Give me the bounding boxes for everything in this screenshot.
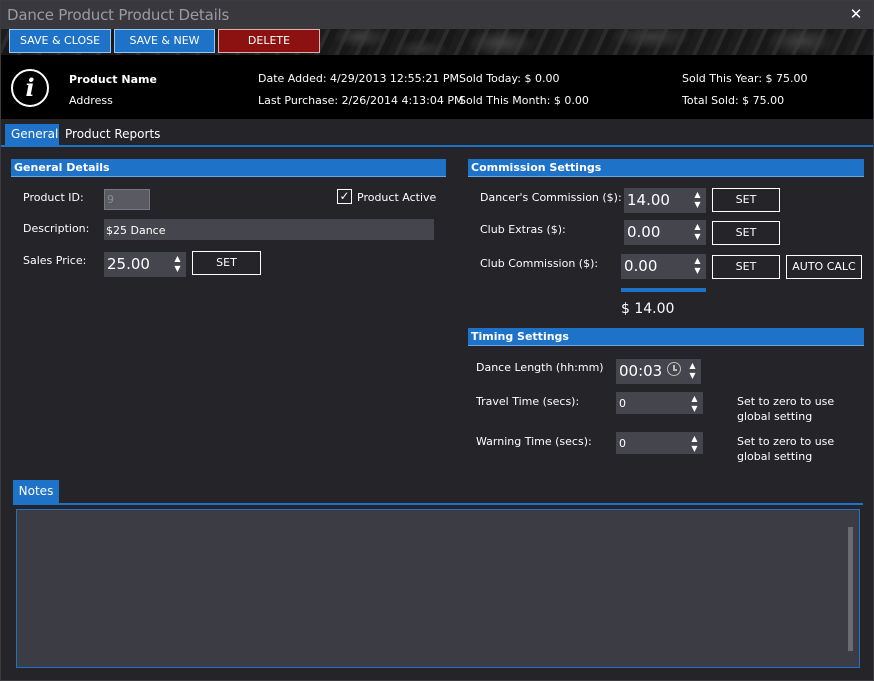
dance-length-value: 00:03 <box>619 362 663 380</box>
spinner-arrows[interactable]: ▲ ▼ <box>688 361 697 381</box>
tab-notes[interactable]: Notes <box>13 480 59 504</box>
last-purchase: Last Purchase: 2/26/2014 4:13:04 PM <box>258 94 464 107</box>
dance-length-picker[interactable]: 00:03 ▲ ▼ <box>616 359 701 384</box>
spin-down-icon[interactable]: ▼ <box>688 371 697 381</box>
travel-time-stepper[interactable]: 0 ▲ ▼ <box>616 392 703 414</box>
product-id-label: Product ID: <box>23 191 84 204</box>
spin-down-icon[interactable]: ▼ <box>690 404 699 414</box>
product-id-field: 9 <box>104 189 150 210</box>
club-extras-value: 0.00 <box>627 223 661 241</box>
sold-today: Sold Today: $ 0.00 <box>459 72 560 85</box>
warning-time-hint-line1: Set to zero to use <box>737 435 835 448</box>
commission-settings-header: Commission Settings <box>468 159 864 177</box>
dancer-commission-label: Dancer's Commission ($): <box>480 191 622 204</box>
spinner-arrows[interactable]: ▲ ▼ <box>690 434 699 454</box>
spinner-arrows[interactable]: ▲ ▼ <box>693 222 702 242</box>
title-bar: Dance Product Product Details ✕ <box>1 1 873 29</box>
product-name: Product Name <box>69 73 157 86</box>
clock-icon[interactable] <box>667 362 681 376</box>
sold-this-year: Sold This Year: $ 75.00 <box>682 72 808 85</box>
notes-scrollbar[interactable] <box>846 515 856 665</box>
product-info-header: i Product Name Address Date Added: 4/29/… <box>1 55 873 119</box>
warning-time-value: 0 <box>619 437 626 450</box>
save-and-new-button[interactable]: SAVE & NEW <box>114 29 215 53</box>
spin-up-icon[interactable]: ▲ <box>690 434 699 444</box>
spin-down-icon[interactable]: ▼ <box>693 266 702 276</box>
notes-textarea[interactable] <box>19 511 857 666</box>
spin-up-icon[interactable]: ▲ <box>690 394 699 404</box>
total-sold: Total Sold: $ 75.00 <box>682 94 785 107</box>
travel-time-value: 0 <box>619 397 626 410</box>
spinner-arrows[interactable]: ▲ ▼ <box>690 394 699 414</box>
warning-time-hint-line2: global setting <box>737 450 813 463</box>
delete-button[interactable]: DELETE <box>218 29 320 53</box>
spin-down-icon[interactable]: ▼ <box>693 200 702 210</box>
dancer-commission-stepper[interactable]: 14.00 ▲ ▼ <box>624 188 706 213</box>
general-details-header: General Details <box>11 159 446 177</box>
auto-calc-button[interactable]: AUTO CALC <box>786 255 862 279</box>
club-extras-stepper[interactable]: 0.00 ▲ ▼ <box>624 220 706 245</box>
spin-up-icon[interactable]: ▲ <box>693 256 702 266</box>
spin-up-icon[interactable]: ▲ <box>173 254 182 264</box>
tab-product-reports[interactable]: Product Reports <box>59 124 166 146</box>
club-extras-set-button[interactable]: SET <box>712 221 780 245</box>
sales-price-stepper[interactable]: 25.00 ▲ ▼ <box>104 252 186 277</box>
tab-general[interactable]: General <box>5 124 59 146</box>
travel-time-hint-line1: Set to zero to use <box>737 395 835 408</box>
info-icon: i <box>11 69 49 107</box>
close-icon[interactable]: ✕ <box>847 5 865 23</box>
travel-time-label: Travel Time (secs): <box>476 395 580 408</box>
timing-settings-header: Timing Settings <box>468 328 864 346</box>
product-address: Address <box>69 94 113 107</box>
spin-up-icon[interactable]: ▲ <box>688 361 697 371</box>
window-title: Dance Product Product Details <box>7 6 230 24</box>
description-label: Description: <box>23 222 90 235</box>
spinner-arrows[interactable]: ▲ ▼ <box>173 254 182 274</box>
dancer-commission-value: 14.00 <box>627 191 670 209</box>
club-commission-label: Club Commission ($): <box>480 257 599 270</box>
dancer-commission-set-button[interactable]: SET <box>712 188 780 212</box>
club-commission-stepper[interactable]: 0.00 ▲ ▼ <box>621 254 706 279</box>
spinner-arrows[interactable]: ▲ ▼ <box>693 190 702 210</box>
club-commission-set-button[interactable]: SET <box>712 255 780 279</box>
spin-up-icon[interactable]: ▲ <box>693 222 702 232</box>
date-added: Date Added: 4/29/2013 12:55:21 PM <box>258 72 459 85</box>
travel-time-hint-line2: global setting <box>737 410 813 423</box>
toolbar: SAVE & CLOSE SAVE & NEW DELETE <box>1 29 873 55</box>
scrollbar-thumb[interactable] <box>848 527 853 651</box>
product-active-checkbox[interactable]: ✓ <box>337 189 352 204</box>
description-input[interactable]: $25 Dance <box>104 219 434 240</box>
spin-down-icon[interactable]: ▼ <box>173 264 182 274</box>
spin-down-icon[interactable]: ▼ <box>693 232 702 242</box>
warning-time-stepper[interactable]: 0 ▲ ▼ <box>616 432 703 454</box>
club-extras-label: Club Extras ($): <box>480 223 566 236</box>
save-and-close-button[interactable]: SAVE & CLOSE <box>9 29 111 53</box>
spin-down-icon[interactable]: ▼ <box>690 444 699 454</box>
club-commission-value: 0.00 <box>624 257 658 275</box>
product-details-window: Dance Product Product Details ✕ SAVE & C… <box>0 0 874 681</box>
sales-price-value: 25.00 <box>107 255 150 273</box>
notes-divider <box>13 503 863 505</box>
spinner-arrows[interactable]: ▲ ▼ <box>693 256 702 276</box>
sold-this-month: Sold This Month: $ 0.00 <box>459 94 589 107</box>
product-id-value: 9 <box>107 193 114 206</box>
description-value: $25 Dance <box>106 224 166 237</box>
commission-total: $ 14.00 <box>621 301 675 317</box>
spin-up-icon[interactable]: ▲ <box>693 190 702 200</box>
tab-bar: General Product Reports <box>1 121 873 147</box>
product-active-label: Product Active <box>357 191 437 204</box>
sales-price-set-button[interactable]: SET <box>192 251 261 275</box>
sales-price-label: Sales Price: <box>23 254 87 267</box>
commission-progress-bar <box>621 288 706 292</box>
warning-time-label: Warning Time (secs): <box>476 435 592 448</box>
dance-length-label: Dance Length (hh:mm) <box>476 361 604 374</box>
